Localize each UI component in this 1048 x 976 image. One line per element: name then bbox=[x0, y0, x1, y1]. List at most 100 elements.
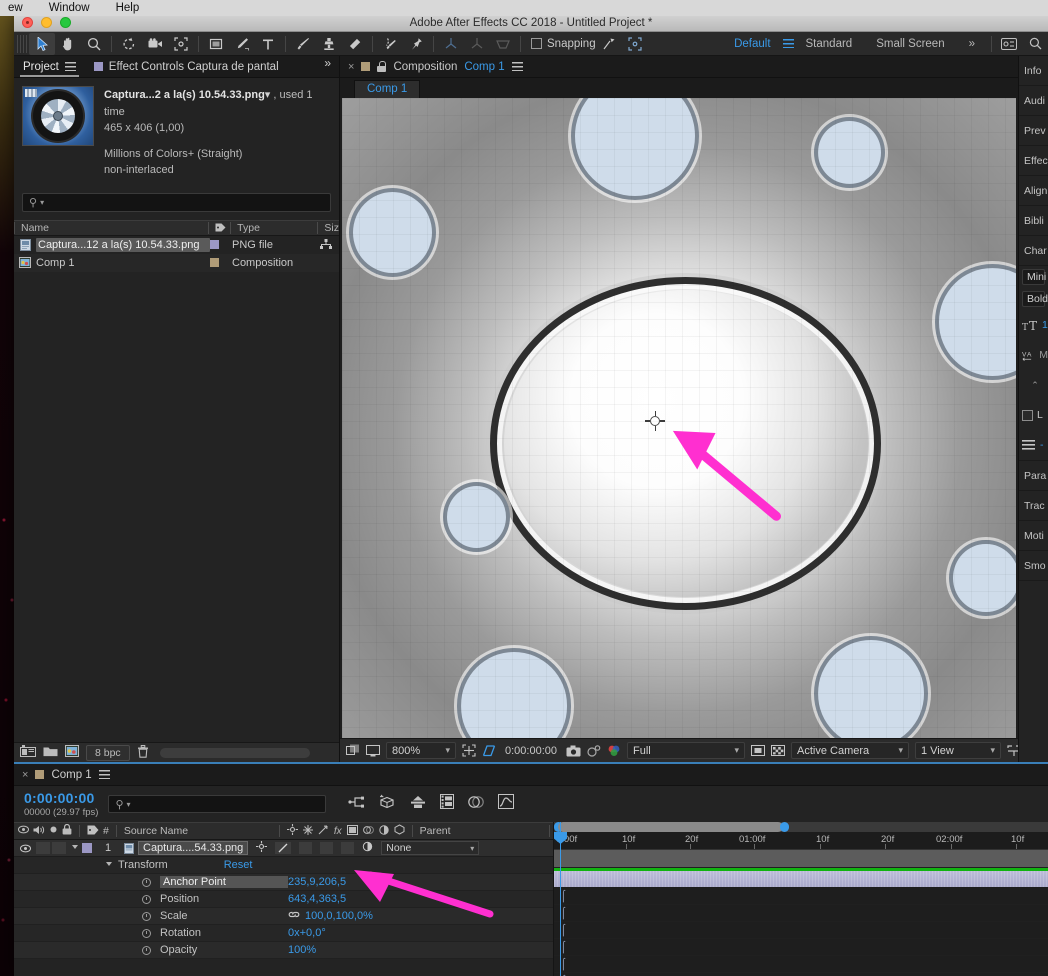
sidebar-item-align[interactable]: Align bbox=[1019, 176, 1048, 206]
transform-twirl-toggle[interactable] bbox=[106, 861, 112, 869]
axis-local-icon[interactable] bbox=[438, 33, 464, 55]
timeline-tracks[interactable]: ⌠ ⌠ ⌠ ⌠ ⌠ ⌠ bbox=[554, 850, 1048, 976]
rotation-tool[interactable] bbox=[116, 33, 142, 55]
views-select[interactable]: 1 View ▾ bbox=[915, 742, 1001, 759]
sidebar-item-smoother[interactable]: Smo bbox=[1019, 551, 1048, 581]
pan-behind-tool[interactable] bbox=[168, 33, 194, 55]
property-label[interactable]: Scale bbox=[160, 910, 288, 922]
type-tool[interactable] bbox=[255, 33, 281, 55]
list-item-label[interactable] bbox=[210, 258, 232, 267]
channel-rgb-icon[interactable] bbox=[607, 743, 621, 759]
tab-effect-controls[interactable]: Effect Controls Captura de pantal bbox=[85, 56, 288, 77]
sidebar-item-motion-sketch[interactable]: Moti bbox=[1019, 521, 1048, 551]
close-window-button[interactable] bbox=[22, 17, 33, 28]
timeline-search-box[interactable]: ⚲ ▾ bbox=[108, 795, 327, 813]
snapshot-camera-icon[interactable] bbox=[566, 743, 581, 759]
lock-icon[interactable] bbox=[377, 61, 387, 72]
layer-source-name[interactable]: Captura....54.33.png bbox=[138, 841, 249, 855]
selection-tool[interactable] bbox=[29, 32, 55, 55]
property-row[interactable]: Opacity 100% bbox=[14, 942, 553, 959]
hide-shy-layers-icon[interactable] bbox=[410, 795, 426, 814]
property-value[interactable]: 100,0,100,0% bbox=[305, 910, 373, 922]
layer-adjustment-switch[interactable] bbox=[362, 841, 373, 855]
frame-blending-icon[interactable] bbox=[440, 794, 455, 814]
list-item-name[interactable]: Comp 1 bbox=[36, 257, 210, 269]
project-tabs-overflow[interactable]: » bbox=[316, 56, 339, 77]
motion-blur-icon[interactable] bbox=[468, 795, 485, 814]
shape-tool[interactable] bbox=[203, 33, 229, 55]
timeline-timecode[interactable]: 0:00:00:00 bbox=[24, 790, 98, 806]
property-value[interactable]: 100% bbox=[288, 944, 316, 956]
property-label[interactable]: Anchor Point bbox=[160, 876, 288, 888]
close-icon[interactable]: × bbox=[22, 769, 28, 781]
layer-label-swatch[interactable] bbox=[82, 843, 92, 853]
list-item-name[interactable]: Captura...12 a la(s) 10.54.33.png bbox=[36, 237, 210, 252]
graph-editor-icon[interactable] bbox=[498, 794, 515, 814]
transform-reset-button[interactable]: Reset bbox=[224, 859, 253, 871]
viewer-timecode[interactable]: 0:00:00:00 bbox=[502, 745, 560, 757]
zoom-level-select[interactable]: 800% ▾ bbox=[386, 742, 456, 759]
property-value[interactable]: 643,4,363,5 bbox=[288, 893, 346, 905]
composition-panel-menu-icon[interactable] bbox=[511, 62, 523, 71]
layer-visibility-toggle[interactable] bbox=[14, 844, 36, 853]
transform-group-row[interactable]: Transform Reset bbox=[14, 857, 553, 874]
project-search-input[interactable] bbox=[47, 196, 324, 208]
timeline-panel-menu-icon[interactable] bbox=[98, 770, 110, 779]
ligature-checkbox[interactable] bbox=[1022, 409, 1033, 421]
layer-twirl-toggle[interactable] bbox=[72, 844, 78, 852]
layer-anchor-switch[interactable] bbox=[256, 841, 268, 855]
layer-duration-bar[interactable] bbox=[554, 871, 1048, 888]
property-value[interactable]: 235,9,206,5 bbox=[288, 876, 346, 888]
scale-stopwatch[interactable] bbox=[142, 911, 151, 921]
timeline-zoom-scrollbar[interactable] bbox=[554, 822, 1048, 832]
draft-3d-icon[interactable] bbox=[379, 794, 396, 814]
leading-row[interactable]: ⌃ bbox=[1019, 370, 1048, 400]
brush-tool[interactable] bbox=[290, 33, 316, 55]
puppet-pin-tool[interactable] bbox=[403, 33, 429, 55]
sidebar-item-audio[interactable]: Audi bbox=[1019, 86, 1048, 116]
camera-select[interactable]: Active Camera ▾ bbox=[791, 742, 909, 759]
font-size-row[interactable]: TT 1 bbox=[1019, 310, 1048, 340]
sidebar-item-effects[interactable]: Effec bbox=[1019, 146, 1048, 176]
font-style-field[interactable]: Bold bbox=[1022, 291, 1048, 307]
kerning-row[interactable]: VA M bbox=[1019, 340, 1048, 370]
snap-bbox-icon[interactable] bbox=[622, 33, 648, 55]
timeline-playhead[interactable] bbox=[554, 822, 567, 976]
panel-menu-icon[interactable] bbox=[64, 62, 76, 71]
main-viewer-icon[interactable] bbox=[366, 743, 380, 759]
property-value[interactable]: 0x+0,0° bbox=[288, 927, 326, 939]
list-item[interactable]: Comp 1 Composition bbox=[14, 253, 339, 272]
layer-quality-switch[interactable] bbox=[275, 842, 292, 854]
clone-stamp-tool[interactable] bbox=[316, 33, 342, 55]
close-icon[interactable]: × bbox=[348, 61, 354, 73]
layer-source[interactable]: Captura....54.33.png bbox=[124, 841, 249, 855]
delete-icon[interactable] bbox=[137, 744, 149, 761]
timeline-ruler[interactable]: 0:00f 10f 20f 01:00f 10f 20f 02:00f 10f bbox=[554, 832, 1048, 850]
snapping-control[interactable]: Snapping bbox=[531, 38, 596, 50]
property-row[interactable]: Scale 100,0,100,0% bbox=[14, 908, 553, 925]
transparency-grid-icon[interactable] bbox=[771, 743, 785, 759]
eraser-tool[interactable] bbox=[342, 33, 368, 55]
zoom-tool[interactable] bbox=[81, 33, 107, 55]
axis-view-icon[interactable] bbox=[490, 33, 516, 55]
axis-world-icon[interactable] bbox=[464, 33, 490, 55]
ligature-row[interactable]: L bbox=[1019, 400, 1048, 430]
workspace-settings-icon[interactable] bbox=[996, 33, 1022, 55]
property-row[interactable]: Anchor Point 235,9,206,5 bbox=[14, 874, 553, 891]
tab-project[interactable]: Project bbox=[14, 56, 85, 77]
workspace-standard[interactable]: Standard bbox=[794, 38, 865, 50]
menu-item-window[interactable]: Window bbox=[49, 2, 90, 14]
column-type[interactable]: Type bbox=[230, 221, 317, 234]
resolution-select[interactable]: Full ▾ bbox=[627, 742, 745, 759]
position-stopwatch[interactable] bbox=[142, 894, 151, 904]
hand-tool[interactable] bbox=[55, 33, 81, 55]
timeline-search-input[interactable] bbox=[133, 798, 320, 810]
scrollbar-right-cap[interactable] bbox=[780, 822, 789, 832]
anchor-point-marker[interactable] bbox=[645, 411, 666, 432]
region-of-interest-icon[interactable] bbox=[482, 743, 496, 759]
composition-mini-flowchart-icon[interactable] bbox=[348, 795, 365, 814]
workspace-default[interactable]: Default bbox=[722, 38, 782, 50]
paragraph-align-row[interactable]: - bbox=[1019, 430, 1048, 460]
anchor-point-stopwatch[interactable] bbox=[142, 877, 151, 887]
grid-guides-icon[interactable] bbox=[462, 743, 476, 759]
